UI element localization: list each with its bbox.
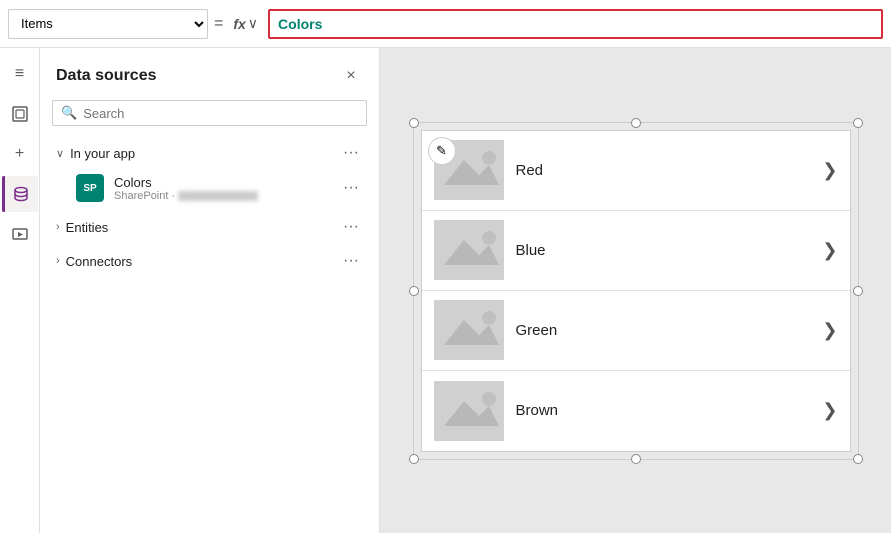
formula-input-box[interactable]: Colors — [268, 9, 883, 39]
chevron-down-icon: ∨ — [56, 147, 64, 160]
media-icon[interactable] — [2, 216, 38, 252]
fx-label: fx — [233, 16, 245, 32]
connectors-label: Connectors — [66, 254, 132, 269]
in-your-app-section: ∨ In your app ··· SP Colors SharePoint ·… — [40, 138, 379, 212]
gallery-chevron-blue: ❯ — [822, 240, 837, 261]
datasource-name: Colors — [114, 175, 329, 190]
panel-title: Data sources — [56, 67, 157, 85]
close-button[interactable]: × — [339, 64, 363, 88]
chevron-right-icon: › — [56, 221, 60, 233]
connectors-more-options[interactable]: ··· — [339, 252, 363, 270]
item-more-options[interactable]: ··· — [339, 179, 363, 197]
gallery-chevron-brown: ❯ — [822, 400, 837, 421]
chevron-right-icon: › — [56, 255, 60, 267]
sp-icon-label: SP — [83, 183, 96, 194]
search-icon: 🔍 — [61, 105, 77, 121]
items-select[interactable]: Items — [8, 9, 208, 39]
datasources-panel: Data sources × 🔍 ∨ In your app ··· SP Co… — [40, 48, 380, 533]
datasource-colors-item[interactable]: SP Colors SharePoint · ··· — [40, 168, 379, 208]
gallery-chevron-green: ❯ — [822, 320, 837, 341]
search-input[interactable] — [83, 106, 358, 121]
entities-section: › Entities ··· — [40, 212, 379, 246]
in-your-app-label: In your app — [70, 146, 135, 161]
add-icon[interactable]: + — [2, 136, 38, 172]
fx-button[interactable]: fx ∨ — [229, 13, 262, 34]
edit-icon[interactable]: ✎ — [428, 137, 456, 165]
formula-bar: Items = fx ∨ Colors — [0, 0, 891, 48]
entities-header[interactable]: › Entities ··· — [40, 212, 379, 242]
handle-bottom-left[interactable] — [409, 454, 419, 464]
eq-symbol: = — [214, 15, 223, 33]
datasource-sub: SharePoint · — [114, 190, 329, 202]
gallery-image-green — [434, 300, 504, 360]
gallery-label-brown: Brown — [516, 402, 811, 419]
main-area: ≡ + Data sources × — [0, 48, 891, 533]
gallery-chevron-red: ❯ — [822, 160, 837, 181]
gallery-label-green: Green — [516, 322, 811, 339]
formula-value: Colors — [278, 16, 322, 32]
gallery-row-green[interactable]: Green ❯ — [422, 291, 850, 371]
handle-middle-left[interactable] — [409, 286, 419, 296]
gallery-row-brown[interactable]: Brown ❯ — [422, 371, 850, 451]
chevron-down-icon: ∨ — [248, 15, 258, 32]
gallery-row-blue[interactable]: Blue ❯ — [422, 211, 850, 291]
layers-icon[interactable] — [2, 96, 38, 132]
gallery-label-blue: Blue — [516, 242, 811, 259]
handle-top-center[interactable] — [631, 118, 641, 128]
panel-header: Data sources × — [40, 48, 379, 100]
handle-middle-right[interactable] — [853, 286, 863, 296]
icon-rail: ≡ + — [0, 48, 40, 533]
datasource-icon[interactable] — [2, 176, 38, 212]
handle-bottom-center[interactable] — [631, 454, 641, 464]
handle-top-right[interactable] — [853, 118, 863, 128]
menu-icon[interactable]: ≡ — [2, 56, 38, 92]
gallery-label-red: Red — [516, 162, 811, 179]
gallery-image-brown — [434, 381, 504, 441]
connectors-section: › Connectors ··· — [40, 246, 379, 280]
canvas-area[interactable]: ✎ Red ❯ — [380, 48, 891, 533]
datasource-info: Colors SharePoint · — [114, 175, 329, 202]
more-options-icon[interactable]: ··· — [339, 144, 363, 162]
gallery-widget: ✎ Red ❯ — [421, 130, 851, 452]
gallery-image-blue — [434, 220, 504, 280]
in-your-app-header[interactable]: ∨ In your app ··· — [40, 138, 379, 168]
entities-more-options[interactable]: ··· — [339, 218, 363, 236]
search-box[interactable]: 🔍 — [52, 100, 367, 126]
gallery-container: ✎ Red ❯ — [421, 130, 851, 452]
handle-bottom-right[interactable] — [853, 454, 863, 464]
gallery-row-red[interactable]: Red ❯ — [422, 131, 850, 211]
entities-label: Entities — [66, 220, 109, 235]
colors-icon: SP — [76, 174, 104, 202]
connectors-header[interactable]: › Connectors ··· — [40, 246, 379, 276]
handle-top-left[interactable] — [409, 118, 419, 128]
blurred-text — [178, 191, 258, 201]
